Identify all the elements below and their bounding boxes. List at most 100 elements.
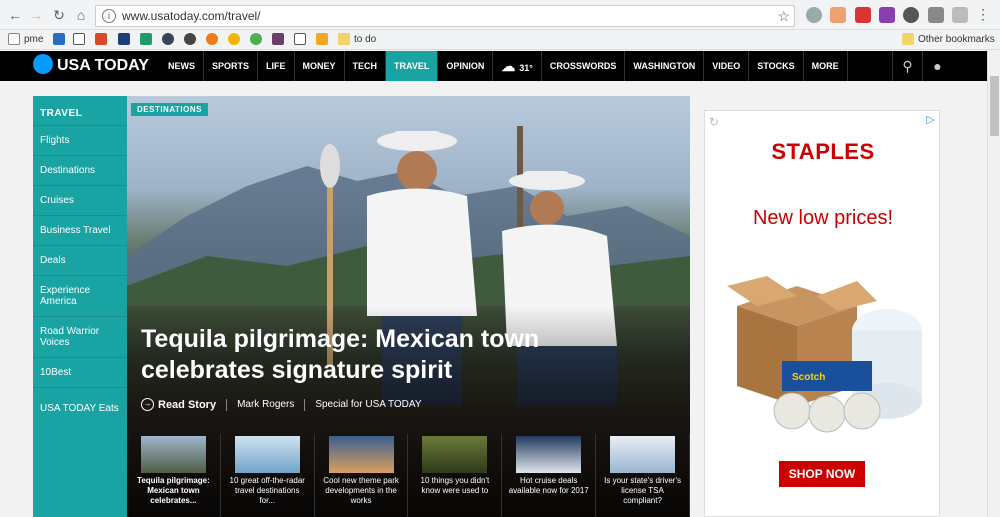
thumbnail-caption: 10 great off-the-radar travel destinatio… <box>229 476 305 505</box>
extension-square-icon[interactable] <box>928 7 944 23</box>
staples-logo: STAPLES <box>771 139 875 164</box>
bookmark-t[interactable] <box>184 33 200 47</box>
weather-temp: 31° <box>519 63 533 73</box>
nav-item-sports[interactable]: SPORTS <box>204 51 259 81</box>
nav-item-opinion[interactable]: OPINION <box>438 51 494 81</box>
related-story[interactable]: 10 great off-the-radar travel destinatio… <box>221 434 315 517</box>
related-story[interactable]: Hot cruise deals available now for 2017 <box>502 434 597 517</box>
folder-icon <box>902 33 914 46</box>
sidebar-items: Flights Destinations Cruises Business Trave… <box>33 125 127 428</box>
sidebar-item-cruises[interactable]: Cruises <box>33 185 127 215</box>
adchoices-icon[interactable]: ▷ <box>927 113 935 126</box>
ad-tagline-text: New low prices! <box>752 207 894 229</box>
read-story-link[interactable]: → Read Story <box>141 398 216 411</box>
sidebar-item-usa-today-eats[interactable]: USA TODAY Eats <box>33 387 127 428</box>
divider <box>226 398 228 411</box>
tool-icon <box>118 33 130 46</box>
chrome-icon <box>228 33 240 46</box>
bookmark-tumblr[interactable] <box>162 33 178 47</box>
sidebar-item-business-travel[interactable]: Business Travel <box>33 215 127 245</box>
product-image: Scotch <box>727 276 922 433</box>
travel-sidebar: TRAVEL Flights Destinations Cruises Busines… <box>33 96 127 517</box>
nav-item-31-[interactable]: ☁ 31° <box>493 51 542 81</box>
author: Mark Rogers <box>237 399 295 410</box>
bookmark-refresh[interactable] <box>73 33 89 47</box>
green-circle-icon <box>250 33 262 46</box>
shop-now-button[interactable]: SHOP NOW <box>779 461 865 487</box>
info-icon[interactable]: i <box>102 9 116 23</box>
other-bookmarks[interactable]: Other bookmarks <box>902 33 995 47</box>
other-bookmarks-label: Other bookmarks <box>918 34 995 45</box>
divider <box>304 398 306 411</box>
extension-circle-icon[interactable] <box>903 7 919 23</box>
bookmark-orange[interactable] <box>206 33 222 47</box>
red-app-icon <box>95 33 107 46</box>
hero-story[interactable]: DESTINATIONS Tequila pilgrimage: Mexican… <box>127 96 690 517</box>
extension-abp-icon[interactable] <box>806 7 822 23</box>
sidebar-item-flights[interactable]: Flights <box>33 125 127 155</box>
nav-item-tech[interactable]: TECH <box>345 51 387 81</box>
nav-item-life[interactable]: LIFE <box>258 51 295 81</box>
folder-icon <box>338 33 350 46</box>
related-story[interactable]: 10 things you didn't know were used to <box>408 434 503 517</box>
sidebar-item-destinations[interactable]: Destinations <box>33 155 127 185</box>
nav-item-crosswords[interactable]: CROSSWORDS <box>542 51 626 81</box>
bookmark-mail[interactable] <box>53 33 69 47</box>
hero-headline[interactable]: Tequila pilgrimage: Mexican town celebra… <box>141 324 601 386</box>
page-scrollbar[interactable] <box>987 51 1000 517</box>
destinations-badge[interactable]: DESTINATIONS <box>131 103 208 116</box>
bookmark-star-icon[interactable]: ☆ <box>777 6 790 26</box>
bookmark-red[interactable] <box>95 33 111 47</box>
reload-icon[interactable]: ↻ <box>50 6 68 24</box>
extension-onenote-icon[interactable] <box>879 7 895 23</box>
nav-items: NEWS SPORTS LIFE MONEY TECH TRAVEL OPINION ☁ 31… <box>160 51 848 81</box>
bookmark-pme[interactable]: pme <box>8 33 43 47</box>
back-arrow-icon[interactable]: ← <box>6 6 24 24</box>
bookmark-chrome[interactable] <box>228 33 244 47</box>
home-icon[interactable]: ⌂ <box>72 6 90 24</box>
scrollbar-thumb[interactable] <box>990 76 999 136</box>
nav-item-money[interactable]: MONEY <box>295 51 345 81</box>
nav-item-more[interactable]: MORE <box>804 51 848 81</box>
nav-item-washington[interactable]: WASHINGTON <box>625 51 705 81</box>
orange-icon <box>206 33 218 46</box>
sidebar-item-experience-america[interactable]: Experience America <box>33 275 127 316</box>
bookmarks-bar: pme to do Other bookmarks <box>0 30 1000 50</box>
calendar-icon <box>316 33 328 46</box>
sidebar-item-road-warrior-voices[interactable]: Road Warrior Voices <box>33 316 127 357</box>
bookmark-doc[interactable] <box>294 33 310 47</box>
read-story-label: Read Story <box>158 398 217 411</box>
sidebar-item-deals[interactable]: Deals <box>33 245 127 275</box>
related-story[interactable]: Is your state's driver's license TSA com… <box>596 434 690 517</box>
address-bar[interactable]: i www.usatoday.com/travel/ ☆ <box>95 5 795 27</box>
bookmark-calendar[interactable] <box>316 33 332 47</box>
extension-red-icon[interactable] <box>855 7 871 23</box>
arrow-circle-icon: → <box>141 398 154 411</box>
staples-ad[interactable]: ↻ ▷ STAPLES New low prices! Scotch SHOP … <box>704 110 940 517</box>
user-icon[interactable]: ● <box>922 51 952 81</box>
nav-item-news[interactable]: NEWS <box>160 51 204 81</box>
bookmark-m[interactable] <box>140 33 156 47</box>
usatoday-logo[interactable]: USA TODAY <box>33 54 149 78</box>
extension-grey-icon[interactable] <box>952 7 968 23</box>
extension-face-icon[interactable] <box>830 7 846 23</box>
related-story[interactable]: Tequila pilgrimage: Mexican town celebra… <box>127 434 221 517</box>
bookmark-slack[interactable] <box>272 33 288 47</box>
site-nav: USA TODAY NEWS SPORTS LIFE MONEY TECH TRAVEL O… <box>0 51 1000 81</box>
credit: Special for USA TODAY <box>315 399 422 410</box>
nav-item-video[interactable]: VIDEO <box>704 51 750 81</box>
related-story[interactable]: Cool new theme park developments in the … <box>315 434 409 517</box>
nav-item-travel[interactable]: TRAVEL <box>386 51 439 81</box>
bookmark-label: pme <box>24 34 44 45</box>
search-icon[interactable]: ⚲ <box>892 51 922 81</box>
forward-arrow-icon[interactable]: → <box>27 6 45 24</box>
nav-item-stocks[interactable]: STOCKS <box>749 51 804 81</box>
svg-text:Scotch: Scotch <box>792 372 825 383</box>
sidebar-heading: TRAVEL <box>40 108 83 119</box>
bookmark-todo[interactable]: to do <box>338 33 376 47</box>
bookmark-tool[interactable] <box>118 33 134 47</box>
sidebar-item-10best[interactable]: 10Best <box>33 357 127 387</box>
thumbnail-image <box>422 436 488 473</box>
menu-kebab-icon[interactable]: ⋮ <box>976 6 990 23</box>
bookmark-circle[interactable] <box>250 33 266 47</box>
